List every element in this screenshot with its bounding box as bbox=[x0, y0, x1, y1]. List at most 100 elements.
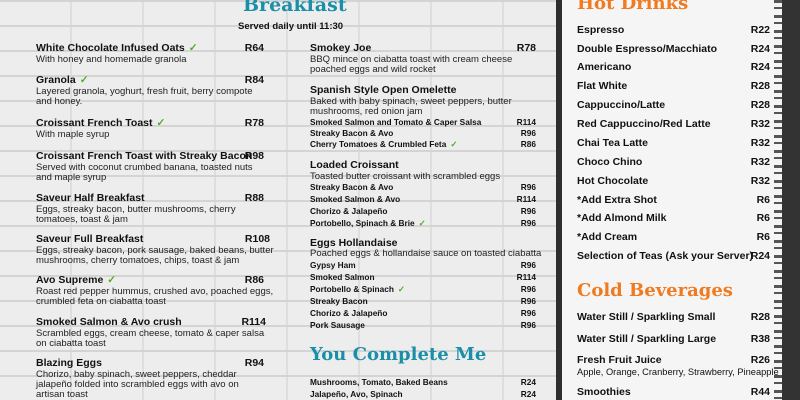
drink-name: Water Still / Sparkling Large bbox=[577, 333, 717, 345]
menu-item-title: Granola ✓ bbox=[36, 74, 89, 86]
vegetarian-check-icon: ✓ bbox=[79, 74, 89, 86]
menu-item-price: R108 bbox=[244, 233, 270, 245]
menu-item-description: Chorizo, baby spinach, sweet peppers, ch… bbox=[36, 369, 239, 400]
drink-price: R24 bbox=[750, 61, 770, 73]
menu-item-title: Spanish Style Open Omelette bbox=[310, 84, 457, 96]
option-price: R24 bbox=[520, 389, 536, 399]
drink-price: R44 bbox=[750, 386, 770, 398]
menu-item-title: Smokey Joe bbox=[310, 42, 372, 54]
option-name: Smoked Salmon bbox=[310, 272, 375, 282]
menu-item-title: Saveur Half Breakfast bbox=[36, 192, 145, 204]
menu-item-title: Blazing Eggs bbox=[36, 357, 102, 369]
drink-price: R32 bbox=[750, 118, 770, 130]
drink-name: *Add Extra Shot bbox=[577, 194, 657, 206]
drink-name: Cappuccino/Latte bbox=[577, 99, 666, 111]
menu-item-description: Poached eggs & hollandaise sauce on toas… bbox=[310, 248, 542, 259]
option-name: Streaky Bacon bbox=[310, 296, 368, 306]
menu-item-title: Saveur Full Breakfast bbox=[36, 233, 144, 245]
option-name: Streaky Bacon & Avo bbox=[310, 128, 394, 138]
option-price: R96 bbox=[520, 284, 536, 294]
drink-name: Americano bbox=[577, 61, 632, 73]
drink-price: R24 bbox=[750, 250, 770, 262]
option-name: Portobello & Spinach ✓ bbox=[310, 284, 405, 294]
menu-item-price: R88 bbox=[244, 192, 264, 204]
menu-item-description: Eggs, streaky bacon, butter mushrooms, c… bbox=[36, 204, 236, 225]
option-name: Pork Sausage bbox=[310, 320, 365, 330]
complete-heading: You Complete Me bbox=[310, 344, 487, 365]
cold-beverages-heading: Cold Beverages bbox=[577, 280, 733, 301]
drink-name: Fresh Fruit Juice bbox=[577, 354, 662, 366]
option-name: Gypsy Ham bbox=[310, 260, 356, 270]
drink-price: R28 bbox=[750, 80, 770, 92]
drink-name: Red Cappuccino/Red Latte bbox=[577, 118, 711, 130]
menu-item-description: With maple syrup bbox=[36, 129, 110, 140]
vegetarian-check-icon: ✓ bbox=[107, 274, 117, 286]
menu-item-description: BBQ mince on ciabatta toast with cream c… bbox=[310, 54, 513, 75]
menu-item-description: Roast red pepper hummus, crushed avo, po… bbox=[36, 286, 274, 307]
menu-item-title: Loaded Croissant bbox=[310, 159, 399, 171]
option-price: R114 bbox=[516, 272, 536, 282]
menu-item-title: Croissant French Toast ✓ bbox=[36, 117, 166, 129]
option-price: R96 bbox=[520, 182, 536, 192]
drink-price: R24 bbox=[750, 43, 770, 55]
vegetarian-check-icon: ✓ bbox=[418, 218, 426, 228]
option-price: R96 bbox=[520, 128, 536, 138]
option-price: R96 bbox=[520, 296, 536, 306]
option-price: R96 bbox=[520, 320, 536, 330]
drink-description: Apple, Orange, Cranberry, Strawberry, Pi… bbox=[577, 367, 779, 377]
option-name: Smoked Salmon & Avo bbox=[310, 194, 401, 204]
drink-price: R22 bbox=[750, 24, 770, 36]
drink-price: R38 bbox=[750, 333, 770, 345]
option-name: Cherry Tomatoes & Crumbled Feta ✓ bbox=[310, 139, 458, 149]
menu-item-description: Layered granola, yoghurt, fresh fruit, b… bbox=[36, 86, 253, 107]
option-name: Chorizo & Jalapeño bbox=[310, 206, 388, 216]
menu-item-title: Croissant French Toast with Streaky Baco… bbox=[36, 150, 253, 162]
vegetarian-check-icon: ✓ bbox=[397, 284, 405, 294]
menu-item-description: Scrambled eggs, cream cheese, tomato & c… bbox=[36, 328, 265, 349]
option-price: R96 bbox=[520, 308, 536, 318]
panel-frame-left bbox=[556, 0, 562, 400]
menu-item-description: Baked with baby spinach, sweet peppers, … bbox=[310, 96, 512, 117]
drink-name: *Add Cream bbox=[577, 231, 638, 243]
option-name: Portobello, Spinach & Brie ✓ bbox=[310, 218, 426, 228]
vegetarian-check-icon: ✓ bbox=[188, 42, 198, 54]
option-price: R96 bbox=[520, 206, 536, 216]
menu-item-title: Avo Supreme ✓ bbox=[36, 274, 117, 286]
menu-item-price: R78 bbox=[244, 117, 264, 129]
option-name: Smoked Salmon and Tomato & Caper Salsa bbox=[310, 117, 482, 127]
drink-price: R32 bbox=[750, 175, 770, 187]
menu-item-price: R94 bbox=[244, 357, 264, 369]
panel-frame-right bbox=[780, 0, 800, 400]
option-name: Mushrooms, Tomato, Baked Beans bbox=[310, 377, 448, 387]
drink-name: Smoothies bbox=[577, 386, 631, 398]
drink-price: R28 bbox=[750, 311, 770, 323]
drink-name: Espresso bbox=[577, 24, 625, 36]
drink-name: Flat White bbox=[577, 80, 628, 92]
menu-item-price: R114 bbox=[241, 316, 266, 328]
hot-drinks-heading: Hot Drinks bbox=[577, 0, 689, 14]
drink-name: Hot Chocolate bbox=[577, 175, 649, 187]
option-name: Jalapeño, Avo, Spinach bbox=[310, 389, 403, 399]
drink-name: Double Espresso/Macchiato bbox=[577, 43, 718, 55]
menu-item-title: White Chocolate Infused Oats ✓ bbox=[36, 42, 198, 54]
drink-price: R6 bbox=[756, 231, 770, 243]
menu-item-price: R64 bbox=[244, 42, 264, 54]
vegetarian-check-icon: ✓ bbox=[450, 139, 458, 149]
option-name: Chorizo & Jalapeño bbox=[310, 308, 388, 318]
breakfast-heading: Breakfast bbox=[243, 0, 347, 16]
menu-item-price: R86 bbox=[244, 274, 264, 286]
drink-name: Choco Chino bbox=[577, 156, 643, 168]
option-price: R86 bbox=[520, 139, 536, 149]
drink-price: R32 bbox=[750, 156, 770, 168]
drink-price: R28 bbox=[750, 99, 770, 111]
option-price: R24 bbox=[520, 377, 536, 387]
panel-frame-rough-edge bbox=[774, 0, 782, 400]
menu-item-title: Smoked Salmon & Avo crush bbox=[36, 316, 182, 328]
menu-item-price: R98 bbox=[244, 150, 264, 162]
option-price: R114 bbox=[516, 117, 536, 127]
breakfast-subtitle: Served daily until 11:30 bbox=[238, 21, 344, 32]
drink-name: Chai Tea Latte bbox=[577, 137, 648, 149]
drink-price: R6 bbox=[756, 194, 770, 206]
menu-item-description: Eggs, streaky bacon, pork sausage, baked… bbox=[36, 245, 274, 266]
option-price: R96 bbox=[520, 260, 536, 270]
